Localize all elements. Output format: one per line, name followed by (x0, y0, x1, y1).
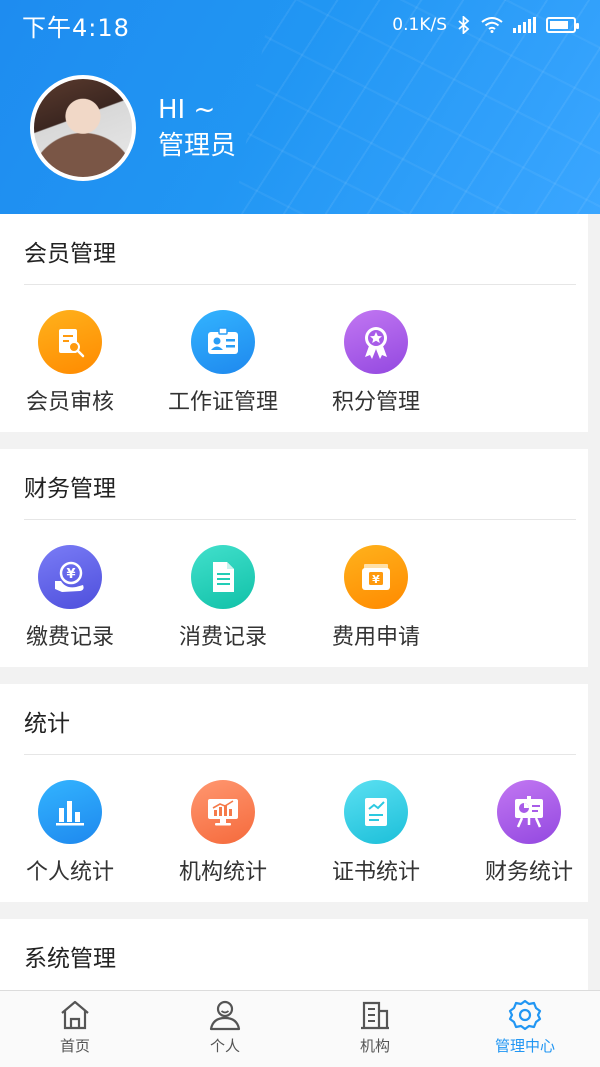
member-review-button[interactable]: 会员审核 (10, 310, 130, 416)
status-bar: 下午4:18 0.1K/S (0, 0, 600, 50)
svg-text:¥: ¥ (66, 567, 75, 582)
personal-statistics-button[interactable]: 个人统计 (10, 780, 130, 886)
svg-text:¥: ¥ (372, 573, 380, 586)
bluetooth-icon (458, 16, 470, 34)
finance-statistics-button[interactable]: 财务统计 (469, 780, 589, 886)
profile-header: 下午4:18 0.1K/S HI ~ 管理员 (0, 0, 600, 214)
divider (24, 754, 576, 755)
username: 管理员 (158, 131, 237, 161)
section-system-management: 系统管理 (0, 919, 588, 990)
wifi-icon (481, 17, 503, 33)
greeting-block: HI ~ 管理员 (158, 92, 236, 164)
expense-application-button[interactable]: ¥ 费用申请 (316, 545, 436, 651)
section-finance-management: 财务管理 ¥ 缴费记录 消费记录 ¥ 费用申请 (0, 449, 588, 667)
battery-icon (546, 17, 579, 33)
points-management-button[interactable]: 积分管理 (316, 310, 436, 416)
item-label: 工作证管理 (167, 390, 278, 415)
payment-records-button[interactable]: ¥ 缴费记录 (10, 545, 130, 651)
presentation-board-icon (497, 780, 561, 844)
consumption-records-button[interactable]: 消费记录 (163, 545, 283, 651)
receipt-document-icon (191, 545, 255, 609)
tab-label: 机构 (359, 1037, 390, 1055)
item-label: 缴费记录 (25, 625, 114, 650)
item-label: 会员审核 (25, 390, 114, 415)
section-member-management: 会员管理 会员审核 工作证管理 积分管理 (0, 214, 588, 432)
monitor-chart-icon (191, 780, 255, 844)
certificate-statistics-button[interactable]: 证书统计 (316, 780, 436, 886)
id-card-icon (191, 310, 255, 374)
divider (24, 519, 576, 520)
item-label: 机构统计 (178, 860, 267, 885)
item-label: 消费记录 (178, 625, 267, 650)
tab-label: 个人 (209, 1037, 240, 1055)
item-label: 财务统计 (484, 860, 573, 885)
bar-chart-icon (38, 780, 102, 844)
home-icon (61, 1000, 89, 1030)
gear-icon (508, 999, 542, 1031)
item-label: 个人统计 (25, 860, 114, 885)
status-time: 下午4:18 (22, 13, 130, 42)
section-title: 财务管理 (24, 476, 116, 502)
item-label: 积分管理 (331, 390, 420, 415)
item-label: 费用申请 (331, 625, 420, 650)
network-speed: 0.1K/S (392, 15, 447, 35)
tab-personal[interactable]: 个人 (150, 991, 300, 1067)
signal-icon (513, 17, 536, 33)
tab-organization[interactable]: 机构 (300, 991, 450, 1067)
award-medal-icon (344, 310, 408, 374)
status-indicators: 0.1K/S (392, 15, 579, 35)
yuan-hand-icon: ¥ (38, 545, 102, 609)
item-label: 证书统计 (331, 860, 420, 885)
tab-management-center[interactable]: 管理中心 (450, 991, 600, 1067)
organization-statistics-button[interactable]: 机构统计 (163, 780, 283, 886)
tab-label: 管理中心 (494, 1037, 555, 1055)
bottom-tab-bar: 首页 个人 机构 管理中心 (0, 990, 600, 1067)
section-title: 会员管理 (24, 241, 116, 267)
certificate-chart-icon (344, 780, 408, 844)
tab-home[interactable]: 首页 (0, 991, 150, 1067)
section-statistics: 统计 个人统计 机构统计 证书统计 财务统计 (0, 684, 588, 902)
work-permit-button[interactable]: 工作证管理 (163, 310, 283, 416)
user-icon (209, 1000, 241, 1031)
section-title: 系统管理 (24, 946, 116, 972)
section-title: 统计 (24, 711, 70, 737)
building-icon (361, 1001, 389, 1030)
tab-label: 首页 (59, 1037, 90, 1055)
greeting-text: HI ~ (158, 95, 216, 125)
document-search-icon (38, 310, 102, 374)
divider (24, 284, 576, 285)
yuan-box-icon: ¥ (344, 545, 408, 609)
avatar[interactable] (30, 75, 136, 181)
